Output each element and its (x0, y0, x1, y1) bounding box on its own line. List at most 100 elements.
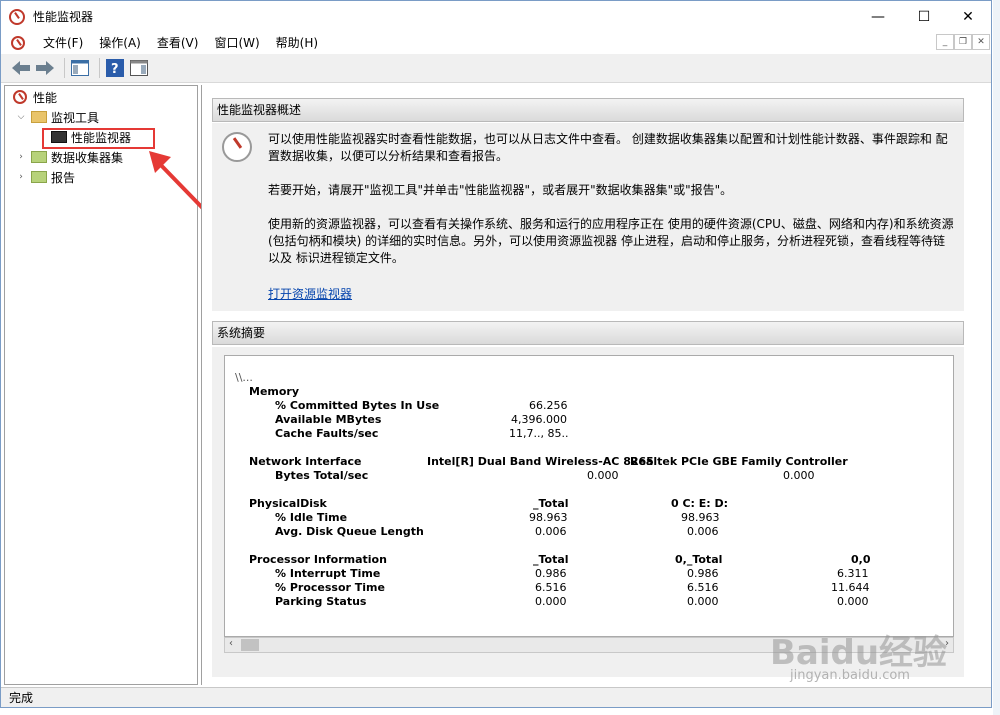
processor-row-label: % Interrupt Time (275, 567, 381, 580)
status-bar: 完成 (1, 687, 991, 707)
scroll-left-icon[interactable]: ‹ (229, 638, 233, 649)
watermark-url: jingyan.baidu.com (790, 668, 910, 683)
disk-row-label: % Idle Time (275, 511, 348, 524)
help-button[interactable]: ? (105, 58, 125, 78)
memory-title: Memory (249, 385, 300, 398)
memory-row-value: 66.256 (529, 399, 568, 412)
summary-host: \\... (235, 371, 253, 384)
processor-row-label: % Processor Time (275, 581, 385, 594)
perf-gauge-icon (222, 132, 252, 162)
overview-para-2: 若要开始，请展开"监视工具"并单击"性能监视器"，或者展开"数据收集器集"或"报… (268, 183, 733, 197)
show-hide-tree-button[interactable] (70, 58, 90, 78)
tree-label-performance: 性能 (33, 90, 58, 105)
back-button[interactable] (11, 58, 31, 78)
forward-button[interactable] (35, 58, 55, 78)
mdi-restore-icon[interactable]: ❐ (954, 34, 972, 50)
title-bar: 性能监视器 — ☐ ✕ (1, 1, 991, 32)
processor-col-1: _Total (533, 553, 569, 566)
scrollbar-thumb[interactable] (241, 639, 259, 651)
expand-chevron-icon[interactable]: ⌵ (15, 112, 27, 122)
perfmon-window: 性能监视器 — ☐ ✕ 文件(F) 操作(A) 查看(V) 窗口(W) 帮助(H… (0, 0, 992, 708)
mmc-icon (11, 36, 25, 50)
highlight-annotation-box (42, 128, 155, 149)
action-pane-icon (130, 60, 148, 76)
summary-header: 系统摘要 (212, 321, 964, 345)
menu-bar: 文件(F) 操作(A) 查看(V) 窗口(W) 帮助(H) _ ❐ ✕ (1, 32, 991, 54)
overview-header: 性能监视器概述 (212, 98, 964, 122)
mdi-close-icon[interactable]: ✕ (972, 34, 990, 50)
tree-label-reports: 报告 (51, 170, 76, 185)
maximize-button[interactable]: ☐ (901, 1, 947, 32)
folder-icon (31, 111, 47, 123)
mdi-minimize-icon[interactable]: _ (936, 34, 954, 50)
processor-value: 0.000 (535, 595, 567, 608)
collapse-chevron-icon[interactable]: › (15, 152, 27, 162)
tree-item-collector-sets[interactable]: › 数据收集器集 (15, 147, 123, 167)
menu-action[interactable]: 操作(A) (91, 32, 149, 54)
tree-item-reports[interactable]: › 报告 (15, 167, 75, 187)
memory-row-label: Cache Faults/sec (275, 427, 379, 440)
menu-help[interactable]: 帮助(H) (268, 32, 326, 54)
open-resource-monitor-link[interactable]: 打开资源监视器 (268, 285, 352, 302)
tree-item-monitor-tools[interactable]: ⌵ 监视工具 (15, 107, 99, 127)
close-button[interactable]: ✕ (945, 1, 991, 32)
show-action-pane-button[interactable] (129, 58, 149, 78)
back-arrow-icon (12, 61, 30, 75)
watermark-logo: Baidu经验 (770, 633, 948, 673)
processor-value: 0.986 (687, 567, 719, 580)
disk-value: 98.963 (529, 511, 568, 524)
collector-set-icon (31, 151, 47, 163)
memory-row-value: 4,396.000 (511, 413, 567, 426)
disk-value: 98.963 (681, 511, 720, 524)
minimize-button[interactable]: — (855, 1, 901, 32)
processor-value: 6.516 (687, 581, 719, 594)
memory-row-label: % Committed Bytes In Use (275, 399, 440, 412)
menu-file[interactable]: 文件(F) (35, 32, 91, 54)
menu-view[interactable]: 查看(V) (149, 32, 207, 54)
network-col-2: Realtek PCIe GBE Family Controller (630, 455, 848, 468)
network-value-1: 0.000 (587, 469, 619, 482)
perfmon-app-icon (9, 8, 25, 25)
overview-para-3a: 使用新的资源监视器，可以查看有关操作系统、服务和运行的应用程序正在 使用的硬件资… (268, 217, 954, 231)
disk-col-1: _Total (533, 497, 569, 510)
processor-value: 0.986 (535, 567, 567, 580)
perf-icon (13, 90, 27, 104)
disk-row-label: Avg. Disk Queue Length (275, 525, 424, 538)
collapse-chevron-icon[interactable]: › (15, 172, 27, 182)
processor-value: 6.516 (535, 581, 567, 594)
network-value-2: 0.000 (783, 469, 815, 482)
tree-label-monitor-tools: 监视工具 (51, 110, 100, 125)
processor-value: 11.644 (831, 581, 870, 594)
network-col-1: Intel[R] Dual Band Wireless-AC 8265 (427, 455, 654, 468)
processor-col-3: 0,0 (851, 553, 871, 566)
menu-window[interactable]: 窗口(W) (206, 32, 267, 54)
details-pane: 性能监视器概述 可以使用性能监视器实时查看性能数据，也可以从日志文件中查看。 创… (201, 85, 991, 685)
processor-value: 0.000 (687, 595, 719, 608)
forward-arrow-icon (36, 61, 54, 75)
disk-title: PhysicalDisk (249, 497, 327, 510)
processor-row-label: Parking Status (275, 595, 367, 608)
memory-row-label: Available MBytes (275, 413, 382, 426)
network-row-label: Bytes Total/sec (275, 469, 369, 482)
summary-table: \\... Memory % Committed Bytes In Use 66… (224, 355, 954, 637)
svg-text:?: ? (111, 62, 119, 77)
overview-para-1a: 可以使用性能监视器实时查看性能数据，也可以从日志文件中查看。 创建数据收集器集以… (268, 132, 948, 146)
tree-label-collector-sets: 数据收集器集 (51, 150, 124, 165)
processor-value: 6.311 (837, 567, 869, 580)
network-title: Network Interface (249, 455, 362, 468)
window-title: 性能监视器 (33, 10, 94, 24)
toolbar: ? (1, 54, 991, 83)
processor-title: Processor Information (249, 553, 387, 566)
tree-item-performance[interactable]: 性能 (11, 87, 57, 107)
report-icon (31, 171, 47, 183)
disk-value: 0.006 (687, 525, 719, 538)
toolbar-separator (64, 58, 65, 78)
desktop-edge (993, 0, 1000, 715)
disk-value: 0.006 (535, 525, 567, 538)
processor-value: 0.000 (837, 595, 869, 608)
processor-col-2: 0,_Total (675, 553, 723, 566)
overview-para-3b: (包括句柄和模块) 的详细的实时信息。另外，可以使用资源监视器 停止进程，启动和… (268, 234, 945, 248)
console-tree-icon (71, 60, 89, 76)
toolbar-separator (99, 58, 100, 78)
overview-panel: 可以使用性能监视器实时查看性能数据，也可以从日志文件中查看。 创建数据收集器集以… (212, 123, 964, 311)
